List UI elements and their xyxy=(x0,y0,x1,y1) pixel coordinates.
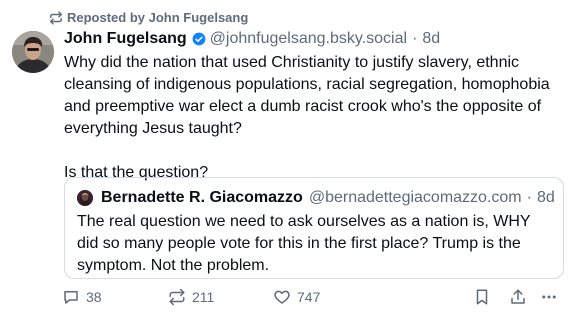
reply-count: 38 xyxy=(86,289,102,305)
post-body: Why did the nation that used Christianit… xyxy=(64,52,564,184)
author-handle[interactable]: @johnfugelsang.bsky.social xyxy=(210,29,407,49)
like-button[interactable]: 747 xyxy=(273,288,320,306)
quoted-post[interactable]: Bernadette R. Giacomazzo @bernadettegiac… xyxy=(64,177,564,279)
bookmark-icon xyxy=(476,289,488,305)
repost-banner-text: Reposted by John Fugelsang xyxy=(67,10,249,25)
post-paragraph: Why did the nation that used Christianit… xyxy=(64,54,550,137)
quoted-post-text: The real question we need to ask ourselv… xyxy=(77,213,531,274)
repost-icon xyxy=(169,288,185,306)
reply-button[interactable]: 38 xyxy=(62,288,102,306)
quoted-author-handle: @bernadettegiacomazzo.com xyxy=(308,189,522,206)
quoted-post-timestamp: 8d xyxy=(536,189,555,206)
quoted-author-name: Bernadette R. Giacomazzo xyxy=(101,189,303,206)
more-options-button[interactable] xyxy=(540,288,564,306)
separator-dot: · xyxy=(526,189,532,206)
heart-icon xyxy=(274,290,290,304)
post-header: John Fugelsang @johnfugelsang.bsky.socia… xyxy=(64,29,440,49)
bookmark-button[interactable] xyxy=(473,288,497,306)
verified-badge-icon xyxy=(192,32,206,46)
author-avatar[interactable] xyxy=(12,31,54,73)
author-photo xyxy=(12,31,54,73)
more-icon xyxy=(542,295,556,299)
author-name[interactable]: John Fugelsang xyxy=(64,29,187,49)
reply-icon xyxy=(64,291,78,304)
like-count: 747 xyxy=(297,289,321,305)
repost-count: 211 xyxy=(192,289,215,305)
share-button[interactable] xyxy=(509,288,533,306)
repost-icon xyxy=(50,10,62,25)
feed-post[interactable]: Reposted by John Fugelsang John Fugelsan… xyxy=(0,0,580,324)
repost-button[interactable]: 211 xyxy=(168,288,214,306)
quoted-post-header: Bernadette R. Giacomazzo @bernadettegiac… xyxy=(77,188,555,208)
share-icon xyxy=(511,289,525,304)
repost-banner[interactable]: Reposted by John Fugelsang xyxy=(49,10,248,25)
quoted-author-avatar xyxy=(77,190,93,206)
post-actions: 38 211 747 xyxy=(0,288,580,312)
post-timestamp[interactable]: 8d xyxy=(422,29,440,49)
separator-dot: · xyxy=(412,30,418,47)
